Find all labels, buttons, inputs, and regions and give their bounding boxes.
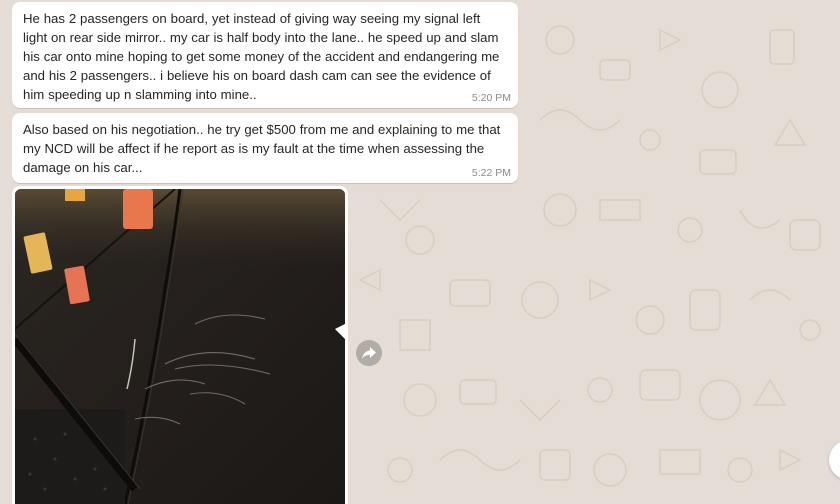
message-bubble[interactable]: He has 2 passengers on board, yet instea… [12, 2, 518, 108]
forward-button[interactable] [356, 340, 382, 366]
message-timestamp: 5:22 PM [471, 167, 511, 179]
message-text: He has 2 passengers on board, yet instea… [23, 11, 500, 102]
message-text: Also based on his negotiation.. he try g… [23, 122, 501, 175]
photo-message[interactable] [12, 186, 348, 504]
message-timestamp: 5:20 PM [471, 92, 511, 104]
forward-arrow-icon [362, 347, 376, 359]
message-bubble[interactable]: Also based on his negotiation.. he try g… [12, 113, 518, 183]
car-damage-photo[interactable] [15, 189, 345, 504]
